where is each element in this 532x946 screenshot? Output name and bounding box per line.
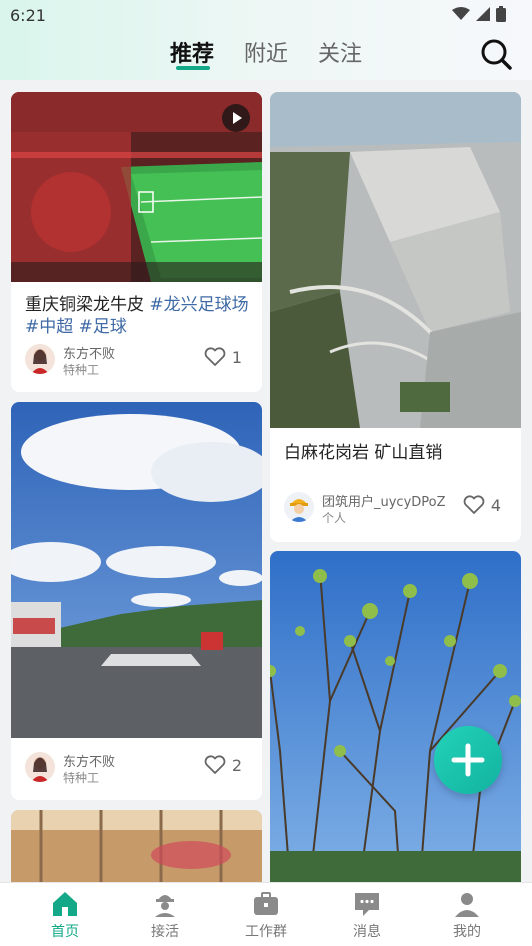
status-bar: 6:21 — [10, 6, 506, 26]
worker-icon — [155, 895, 175, 917]
sky-image — [11, 402, 262, 738]
search-icon[interactable] — [480, 38, 512, 70]
trees-image — [270, 551, 521, 882]
plus-icon — [451, 743, 485, 777]
heart-icon — [204, 347, 226, 366]
feed-card-sky[interactable]: 东方不败 特种工 2 — [11, 402, 262, 800]
status-icons — [452, 6, 506, 22]
card-author: 东方不败 特种工 1 — [25, 344, 250, 380]
video-play-button[interactable] — [222, 104, 250, 132]
profile-icon — [455, 893, 479, 917]
signal-icon — [476, 7, 490, 21]
heart-icon — [204, 755, 226, 774]
tab-recommend[interactable]: 推荐 — [170, 36, 214, 68]
card-title: 白麻花岗岩 矿山直销 — [284, 443, 443, 463]
like-button[interactable]: 4 — [463, 495, 501, 515]
author-role: 个人 — [322, 511, 347, 525]
home-icon — [53, 892, 77, 916]
author-role: 特种工 — [63, 363, 100, 377]
nav-work-groups[interactable]: 工作群 — [226, 889, 306, 941]
nav-label: 我的 — [453, 924, 481, 940]
heart-icon — [463, 495, 485, 514]
play-icon — [233, 112, 242, 124]
like-count: 1 — [231, 347, 242, 367]
card-title: 重庆铜梁龙牛皮 #龙兴足球场 #中超 #足球 — [25, 294, 250, 338]
feed-card-quarry[interactable]: 白麻花岗岩 矿山直销 团筑用户_uycyDPoZ 个人 4 — [270, 92, 521, 542]
like-count: 4 — [490, 495, 501, 515]
tag-link[interactable]: #龙兴足球场 — [149, 295, 248, 315]
nav-label: 首页 — [51, 924, 79, 940]
like-count: 2 — [231, 755, 242, 775]
bottom-nav: 首页 接活 工作群 消息 我的 — [0, 882, 532, 946]
nav-label: 消息 — [353, 924, 381, 940]
tag-link[interactable]: #中超 — [25, 317, 73, 337]
card-title-text: 重庆铜梁龙牛皮 — [25, 295, 144, 315]
author-name[interactable]: 东方不败 — [63, 343, 115, 362]
author-name[interactable]: 东方不败 — [63, 751, 115, 770]
feed-tabs: 推荐 附近 关注 — [0, 36, 532, 76]
briefcase-icon — [254, 892, 278, 915]
nav-label: 工作群 — [245, 924, 287, 940]
feed-card-mall[interactable] — [11, 810, 262, 882]
tag-link[interactable]: #足球 — [79, 317, 127, 337]
like-button[interactable]: 1 — [204, 347, 242, 367]
feed-card-trees[interactable] — [270, 551, 521, 882]
nav-home[interactable]: 首页 — [25, 889, 105, 941]
tab-nearby[interactable]: 附近 — [244, 36, 288, 68]
quarry-image — [270, 92, 521, 428]
message-icon — [355, 893, 379, 916]
tab-following[interactable]: 关注 — [318, 36, 362, 68]
avatar[interactable] — [25, 344, 55, 374]
active-tab-indicator — [176, 66, 210, 70]
status-time: 6:21 — [10, 6, 46, 25]
card-author: 东方不败 特种工 2 — [25, 752, 250, 788]
nav-profile[interactable]: 我的 — [427, 889, 507, 941]
nav-label: 接活 — [151, 924, 179, 940]
avatar[interactable] — [25, 752, 55, 782]
feed-card-stadium[interactable]: 重庆铜梁龙牛皮 #龙兴足球场 #中超 #足球 东方不败 特种工 1 — [11, 92, 262, 392]
like-button[interactable]: 2 — [204, 755, 242, 775]
mall-image — [11, 810, 262, 882]
top-header: 6:21 推荐 附近 关注 — [0, 0, 532, 80]
nav-jobs[interactable]: 接活 — [125, 889, 205, 941]
author-role: 特种工 — [63, 771, 100, 785]
card-author: 团筑用户_uycyDPoZ 个人 4 — [284, 492, 509, 528]
wifi-icon — [452, 7, 470, 20]
create-post-button[interactable] — [434, 726, 502, 794]
author-name[interactable]: 团筑用户_uycyDPoZ — [322, 491, 446, 510]
nav-messages[interactable]: 消息 — [327, 889, 407, 941]
avatar[interactable] — [284, 492, 314, 522]
battery-icon — [496, 6, 506, 22]
